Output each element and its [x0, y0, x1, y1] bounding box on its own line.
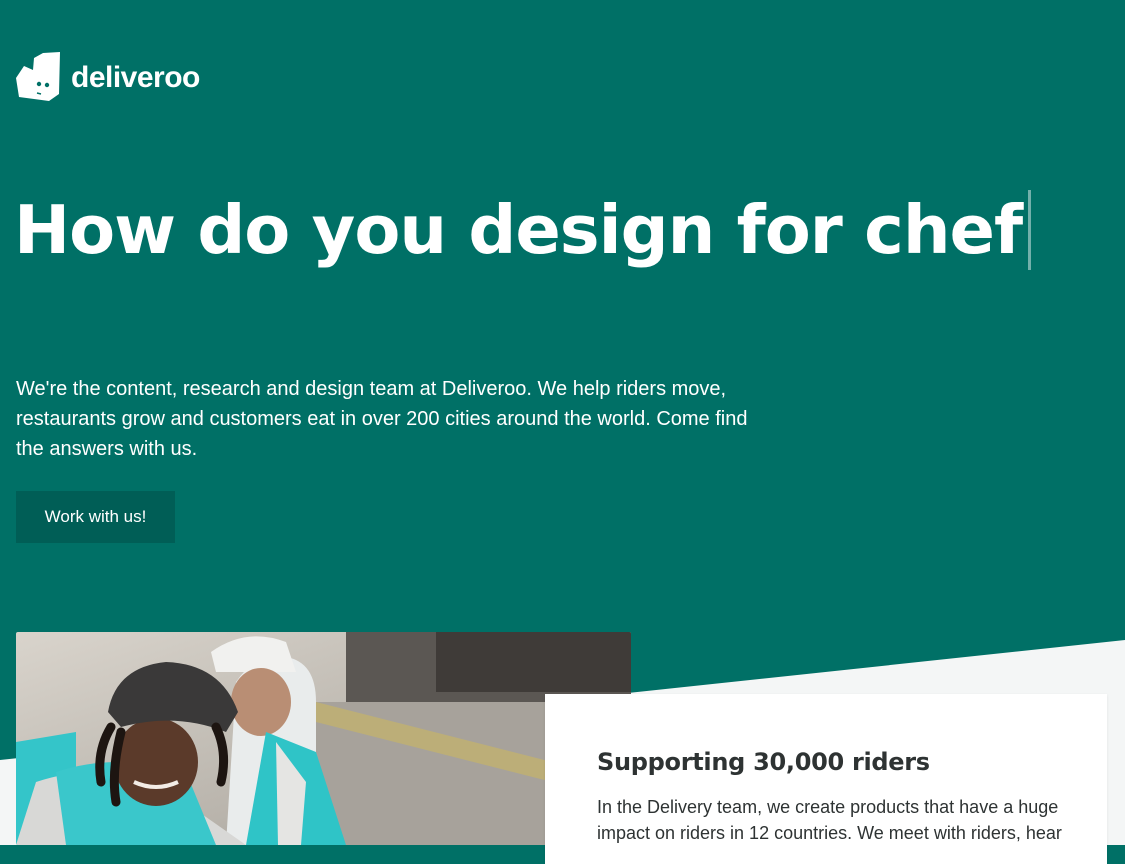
deliveroo-logo[interactable]: deliveroo [16, 52, 200, 102]
typing-cursor [1028, 190, 1032, 270]
hero-heading: How do you design for chef [14, 190, 1032, 270]
brand-wordmark: deliveroo [71, 61, 200, 94]
feature-card-body: In the Delivery team, we create products… [597, 797, 1062, 843]
riders-photo-illustration [16, 632, 631, 845]
riders-photo [16, 632, 631, 845]
hero-intro-text: We're the content, research and design t… [16, 378, 748, 460]
work-with-us-button[interactable]: Work with us! [16, 491, 175, 543]
feature-card-title: Supporting 30,000 riders [597, 748, 930, 776]
feature-card: Supporting 30,000 riders In the Delivery… [545, 694, 1107, 864]
hero-heading-text: How do you design for chef [14, 191, 1023, 269]
deliveroo-kangaroo-icon [16, 52, 60, 101]
